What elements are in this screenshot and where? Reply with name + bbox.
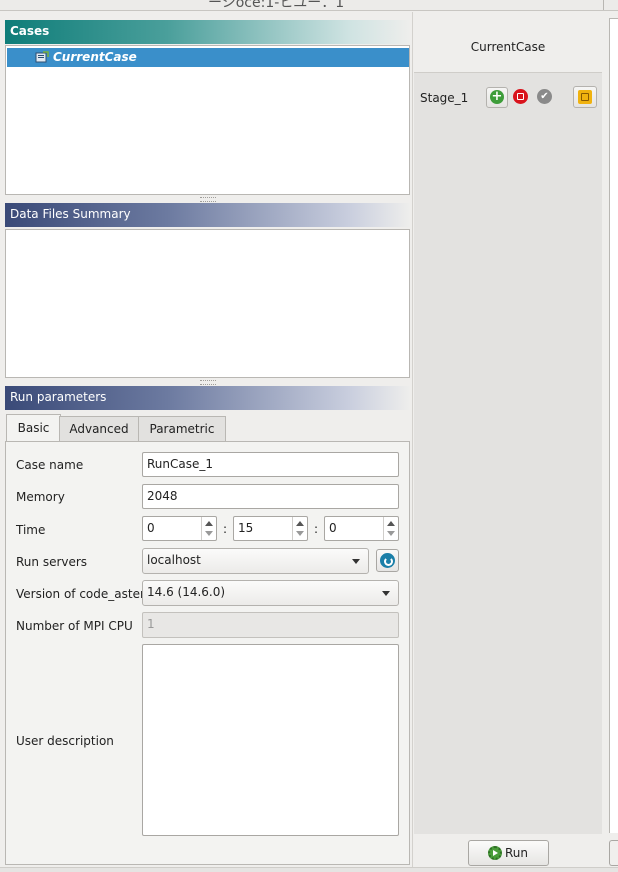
tab-parametric[interactable]: Parametric	[138, 416, 226, 443]
time-minutes-value: 15	[238, 521, 254, 535]
memory-label: Memory	[16, 490, 65, 504]
chevron-down-icon	[382, 591, 390, 596]
tag-icon	[578, 90, 592, 104]
data-files-header: Data Files Summary	[5, 203, 410, 227]
time-seconds-spinbox[interactable]: 0	[324, 516, 399, 541]
case-item-label: CurrentCase	[53, 50, 137, 64]
stage-label[interactable]: Stage_1	[420, 91, 468, 105]
side-panel-button[interactable]	[609, 840, 618, 866]
time-label: Time	[16, 523, 46, 537]
mpi-cpu-field: 1	[142, 612, 399, 638]
time-separator: :	[223, 522, 228, 536]
window-title-bar: ーシoce:1-ヒユー：1	[0, 0, 618, 11]
stages-area	[414, 72, 602, 834]
user-description-textarea[interactable]	[142, 644, 399, 836]
user-description-label: User description	[16, 734, 114, 748]
case-item-currentcase[interactable]: CurrentCase	[7, 48, 409, 67]
stop-icon[interactable]	[513, 89, 528, 104]
side-panel-edge	[609, 18, 618, 833]
stage-tag-button[interactable]	[573, 86, 597, 108]
data-files-list[interactable]	[5, 229, 410, 378]
status-bar	[0, 867, 618, 872]
version-select[interactable]: 14.6 (14.6.0)	[142, 580, 399, 606]
add-stage-button[interactable]: +	[486, 87, 508, 108]
chevron-down-icon	[352, 559, 360, 564]
stages-panel-title: CurrentCase	[470, 40, 546, 54]
cases-list[interactable]: CurrentCase	[5, 45, 410, 195]
splitter-handle[interactable]	[200, 197, 216, 202]
spin-arrows-icon[interactable]	[383, 517, 398, 540]
memory-field[interactable]: 2048	[142, 484, 399, 509]
title-bar-divider	[603, 0, 604, 10]
run-server-select[interactable]: localhost	[142, 548, 369, 574]
run-servers-label: Run servers	[16, 555, 88, 569]
time-hours-value: 0	[147, 521, 155, 535]
time-hours-spinbox[interactable]: 0	[142, 516, 217, 541]
case-name-field[interactable]: RunCase_1	[142, 452, 399, 477]
version-value: 14.6 (14.6.0)	[147, 585, 226, 599]
mpi-cpu-label: Number of MPI CPU	[16, 619, 133, 633]
spin-arrows-icon[interactable]	[292, 517, 307, 540]
case-icon	[35, 51, 49, 63]
refresh-icon	[380, 553, 395, 568]
splitter-handle[interactable]	[200, 380, 216, 385]
refresh-servers-button[interactable]	[376, 549, 399, 572]
spin-arrows-icon[interactable]	[201, 517, 216, 540]
tab-advanced[interactable]: Advanced	[59, 416, 139, 443]
time-minutes-spinbox[interactable]: 15	[233, 516, 308, 541]
cases-header: Cases	[5, 20, 410, 44]
time-seconds-value: 0	[329, 521, 337, 535]
time-separator: :	[314, 522, 319, 536]
case-name-label: Case name	[16, 458, 84, 472]
check-icon[interactable]: ✔	[537, 89, 552, 104]
run-server-value: localhost	[147, 553, 201, 567]
run-gear-icon	[488, 846, 502, 860]
run-button-label: Run	[505, 846, 529, 860]
plus-icon: +	[490, 89, 504, 104]
run-button[interactable]: Run	[468, 840, 549, 866]
window-title: ーシoce:1-ヒユー：1	[208, 0, 345, 11]
version-label: Version of code_aster	[16, 587, 145, 601]
run-parameters-header: Run parameters	[5, 386, 410, 410]
tab-basic[interactable]: Basic	[6, 414, 61, 443]
